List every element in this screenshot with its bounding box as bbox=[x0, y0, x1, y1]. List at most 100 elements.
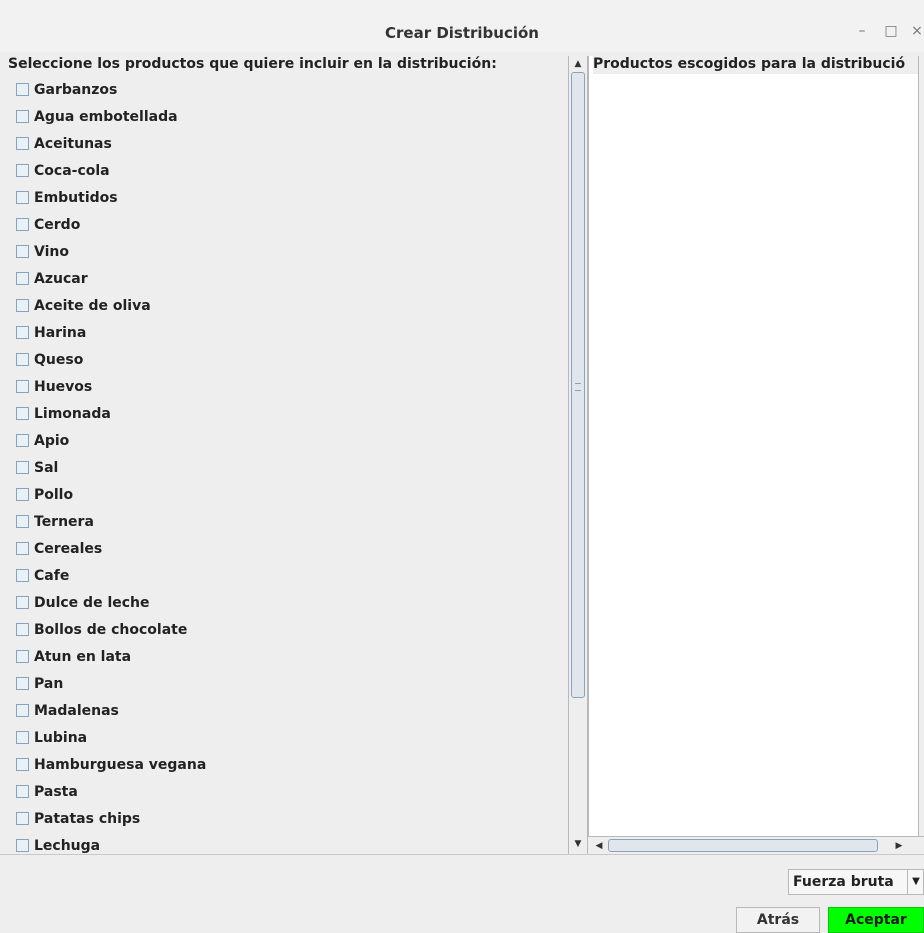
product-item[interactable]: Sal bbox=[16, 454, 206, 481]
minimize-icon[interactable]: – bbox=[853, 22, 871, 40]
product-item[interactable]: Huevos bbox=[16, 373, 206, 400]
hscrollbar-thumb[interactable] bbox=[608, 839, 878, 852]
product-item[interactable]: Azucar bbox=[16, 265, 206, 292]
checkbox[interactable] bbox=[16, 461, 29, 474]
checkbox[interactable] bbox=[16, 650, 29, 663]
checkbox[interactable] bbox=[16, 758, 29, 771]
product-item[interactable]: Pan bbox=[16, 670, 206, 697]
checkbox[interactable] bbox=[16, 245, 29, 258]
checkbox[interactable] bbox=[16, 407, 29, 420]
title-bar: Crear Distribución – □ × bbox=[0, 0, 924, 52]
close-icon[interactable]: × bbox=[908, 22, 924, 40]
product-label: Vino bbox=[34, 243, 69, 260]
product-checkbox-list: Garbanzos Agua embotellada Aceitunas Coc… bbox=[16, 76, 206, 854]
checkbox[interactable] bbox=[16, 434, 29, 447]
product-item[interactable]: Patatas chips bbox=[16, 805, 206, 832]
checkbox[interactable] bbox=[16, 515, 29, 528]
algorithm-selected-value: Fuerza bruta bbox=[793, 874, 894, 890]
product-label: Limonada bbox=[34, 405, 111, 422]
checkbox[interactable] bbox=[16, 569, 29, 582]
chevron-down-icon[interactable]: ▼ bbox=[907, 870, 924, 894]
product-label: Patatas chips bbox=[34, 810, 141, 827]
window-title: Crear Distribución bbox=[385, 24, 539, 42]
chosen-list-hscrollbar[interactable]: ◀ ▶ bbox=[588, 836, 924, 855]
product-item[interactable]: Vino bbox=[16, 238, 206, 265]
product-item[interactable]: Atun en lata bbox=[16, 643, 206, 670]
product-label: Apio bbox=[34, 432, 70, 449]
checkbox[interactable] bbox=[16, 353, 29, 366]
scroll-up-icon[interactable]: ▲ bbox=[569, 56, 587, 72]
checkbox[interactable] bbox=[16, 785, 29, 798]
product-label: Pasta bbox=[34, 783, 78, 800]
product-item[interactable]: Aceite de oliva bbox=[16, 292, 206, 319]
product-label: Sal bbox=[34, 459, 59, 476]
checkbox[interactable] bbox=[16, 677, 29, 690]
scroll-left-icon[interactable]: ◀ bbox=[590, 838, 608, 854]
product-item[interactable]: Bollos de chocolate bbox=[16, 616, 206, 643]
product-item[interactable]: Cereales bbox=[16, 535, 206, 562]
product-label: Queso bbox=[34, 351, 84, 368]
product-item[interactable]: Cerdo bbox=[16, 211, 206, 238]
product-item[interactable]: Hamburguesa vegana bbox=[16, 751, 206, 778]
product-label: Bollos de chocolate bbox=[34, 621, 188, 638]
checkbox[interactable] bbox=[16, 83, 29, 96]
product-label: Dulce de leche bbox=[34, 594, 150, 611]
checkbox[interactable] bbox=[16, 218, 29, 231]
product-label: Hamburguesa vegana bbox=[34, 756, 207, 773]
product-item[interactable]: Garbanzos bbox=[16, 76, 206, 103]
checkbox[interactable] bbox=[16, 839, 29, 852]
checkbox[interactable] bbox=[16, 110, 29, 123]
product-item[interactable]: Lubina bbox=[16, 724, 206, 751]
checkbox[interactable] bbox=[16, 731, 29, 744]
product-item[interactable]: Embutidos bbox=[16, 184, 206, 211]
product-item[interactable]: Pollo bbox=[16, 481, 206, 508]
checkbox[interactable] bbox=[16, 812, 29, 825]
maximize-icon[interactable]: □ bbox=[882, 22, 900, 40]
product-item[interactable]: Apio bbox=[16, 427, 206, 454]
accept-button[interactable]: Aceptar bbox=[828, 907, 924, 933]
product-item[interactable]: Limonada bbox=[16, 400, 206, 427]
product-label: Coca-cola bbox=[34, 162, 110, 179]
checkbox[interactable] bbox=[16, 704, 29, 717]
checkbox[interactable] bbox=[16, 137, 29, 150]
product-selection-header: Seleccione los productos que quiere incl… bbox=[8, 56, 497, 72]
product-label: Aceitunas bbox=[34, 135, 112, 152]
product-item[interactable]: Harina bbox=[16, 319, 206, 346]
checkbox[interactable] bbox=[16, 488, 29, 501]
product-item[interactable]: Queso bbox=[16, 346, 206, 373]
checkbox[interactable] bbox=[16, 542, 29, 555]
product-item[interactable]: Cafe bbox=[16, 562, 206, 589]
product-label: Aceite de oliva bbox=[34, 297, 151, 314]
checkbox[interactable] bbox=[16, 272, 29, 285]
chosen-list-scrollbar[interactable] bbox=[918, 56, 924, 836]
checkbox[interactable] bbox=[16, 623, 29, 636]
chosen-products-header: Productos escogidos para la distribució bbox=[593, 56, 924, 74]
grip-icon bbox=[575, 383, 581, 391]
checkbox[interactable] bbox=[16, 380, 29, 393]
checkbox[interactable] bbox=[16, 299, 29, 312]
scroll-down-icon[interactable]: ▼ bbox=[569, 836, 587, 852]
product-label: Ternera bbox=[34, 513, 94, 530]
checkbox[interactable] bbox=[16, 326, 29, 339]
back-button[interactable]: Atrás bbox=[736, 907, 820, 933]
product-label: Embutidos bbox=[34, 189, 118, 206]
product-item[interactable]: Pasta bbox=[16, 778, 206, 805]
product-item[interactable]: Ternera bbox=[16, 508, 206, 535]
product-item[interactable]: Dulce de leche bbox=[16, 589, 206, 616]
product-item[interactable]: Coca-cola bbox=[16, 157, 206, 184]
checkbox[interactable] bbox=[16, 191, 29, 204]
bottom-bar: Fuerza bruta ▼ Atrás Aceptar bbox=[0, 854, 924, 933]
product-item[interactable]: Lechuga bbox=[16, 832, 206, 854]
checkbox[interactable] bbox=[16, 164, 29, 177]
product-list-scrollbar[interactable]: ▲ ▼ bbox=[568, 56, 588, 854]
product-item[interactable]: Aceitunas bbox=[16, 130, 206, 157]
product-selection-panel: Seleccione los productos que quiere incl… bbox=[8, 56, 568, 854]
scroll-right-icon[interactable]: ▶ bbox=[890, 838, 908, 854]
scrollbar-thumb[interactable] bbox=[571, 72, 585, 698]
product-item[interactable]: Madalenas bbox=[16, 697, 206, 724]
product-item[interactable]: Agua embotellada bbox=[16, 103, 206, 130]
product-label: Agua embotellada bbox=[34, 108, 178, 125]
chosen-products-panel: Productos escogidos para la distribució bbox=[588, 56, 924, 854]
algorithm-select[interactable]: Fuerza bruta ▼ bbox=[788, 869, 924, 895]
checkbox[interactable] bbox=[16, 596, 29, 609]
